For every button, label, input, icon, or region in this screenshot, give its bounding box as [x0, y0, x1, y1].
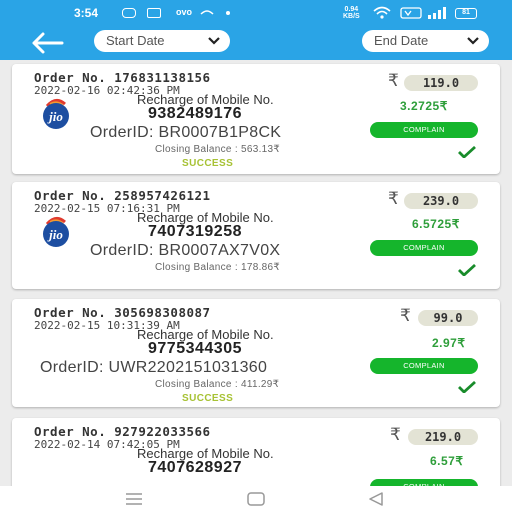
- battery-level: 81: [462, 9, 470, 16]
- end-date-label: End Date: [374, 33, 429, 48]
- jio-logo: jio: [43, 99, 69, 129]
- closing-balance: Closing Balance : 178.86₹: [155, 262, 281, 273]
- commission-text: 6.5725₹: [412, 217, 460, 231]
- amount-pill: 239.0: [404, 193, 478, 209]
- jio-logo: jio: [43, 217, 69, 247]
- mobile-number: 9382489176: [148, 105, 242, 122]
- order-number: Order No. 258957426121: [34, 188, 211, 203]
- app-bar: Start Date End Date: [0, 28, 512, 60]
- complain-button[interactable]: COMPLAIN: [370, 240, 478, 256]
- order-id: OrderID: BR0007AX7V0X: [90, 242, 281, 259]
- status-time: 3:54: [74, 6, 99, 20]
- checkmark-icon: [458, 381, 476, 393]
- status-text: SUCCESS: [182, 393, 234, 404]
- start-date-label: Start Date: [106, 33, 165, 48]
- status-text: SUCCESS: [182, 158, 234, 169]
- amount-pill: 219.0: [408, 429, 478, 445]
- mobile-number: 7407319258: [148, 223, 242, 240]
- order-number: Order No. 305698308087: [34, 305, 211, 320]
- wifi-icon: [373, 6, 391, 19]
- home-icon[interactable]: [247, 492, 265, 506]
- start-date-button[interactable]: Start Date: [94, 30, 230, 52]
- chevron-down-icon: [467, 37, 479, 45]
- complain-button[interactable]: COMPLAIN: [370, 358, 478, 374]
- jio-logo-text: jio: [47, 109, 63, 124]
- amount-pill: 119.0: [404, 75, 478, 91]
- checkmark-icon: [458, 146, 476, 158]
- battery-icon: 81: [455, 8, 477, 19]
- notification-icon: [122, 8, 136, 18]
- mobile-number: 7407628927: [148, 459, 242, 476]
- complain-button[interactable]: COMPLAIN: [370, 122, 478, 138]
- closing-balance: Closing Balance : 563.13₹: [155, 144, 281, 155]
- volte-icon: [400, 7, 422, 19]
- back-triangle-icon[interactable]: [368, 492, 384, 506]
- system-nav-bar: [0, 486, 512, 512]
- status-dot-icon: [226, 11, 230, 15]
- network-speed-value: 0.94: [344, 6, 359, 13]
- order-id: OrderID: BR0007B1P8CK: [90, 124, 282, 141]
- order-card[interactable]: Order No. 176831138156 2022-02-16 02:42:…: [12, 64, 500, 174]
- commission-text: 2.97₹: [432, 336, 466, 350]
- signal-wave-icon: [200, 10, 214, 15]
- closing-balance: Closing Balance : 411.29₹: [155, 379, 280, 390]
- message-icon: [147, 8, 161, 18]
- order-card[interactable]: Order No. 258957426121 2022-02-15 07:16:…: [12, 182, 500, 289]
- rupee-symbol: ₹: [388, 189, 399, 208]
- recents-icon[interactable]: [125, 493, 143, 505]
- rupee-symbol: ₹: [400, 306, 411, 325]
- status-bar: 3:54 ovo 0.94 KB/S 81: [0, 0, 512, 28]
- status-carrier: ovo: [176, 7, 193, 17]
- order-id: OrderID: UWR2202151031360: [40, 359, 268, 376]
- arrow-left-icon[interactable]: [28, 30, 68, 56]
- order-number: Order No. 927922033566: [34, 424, 211, 439]
- commission-text: 6.57₹: [430, 454, 464, 468]
- cell-signal-icon: [428, 7, 446, 19]
- chevron-down-icon: [208, 37, 220, 45]
- mobile-number: 9775344305: [148, 340, 242, 357]
- checkmark-icon: [458, 264, 476, 276]
- network-speed: 0.94 KB/S: [343, 6, 360, 20]
- amount-pill: 99.0: [418, 310, 478, 326]
- rupee-symbol: ₹: [390, 425, 401, 444]
- network-speed-unit: KB/S: [343, 13, 360, 20]
- rupee-symbol: ₹: [388, 71, 399, 90]
- order-card[interactable]: Order No. 305698308087 2022-02-15 10:31:…: [12, 299, 500, 407]
- order-number: Order No. 176831138156: [34, 70, 211, 85]
- end-date-button[interactable]: End Date: [362, 30, 489, 52]
- commission-text: 3.2725₹: [400, 99, 448, 113]
- jio-logo-text: jio: [47, 227, 63, 242]
